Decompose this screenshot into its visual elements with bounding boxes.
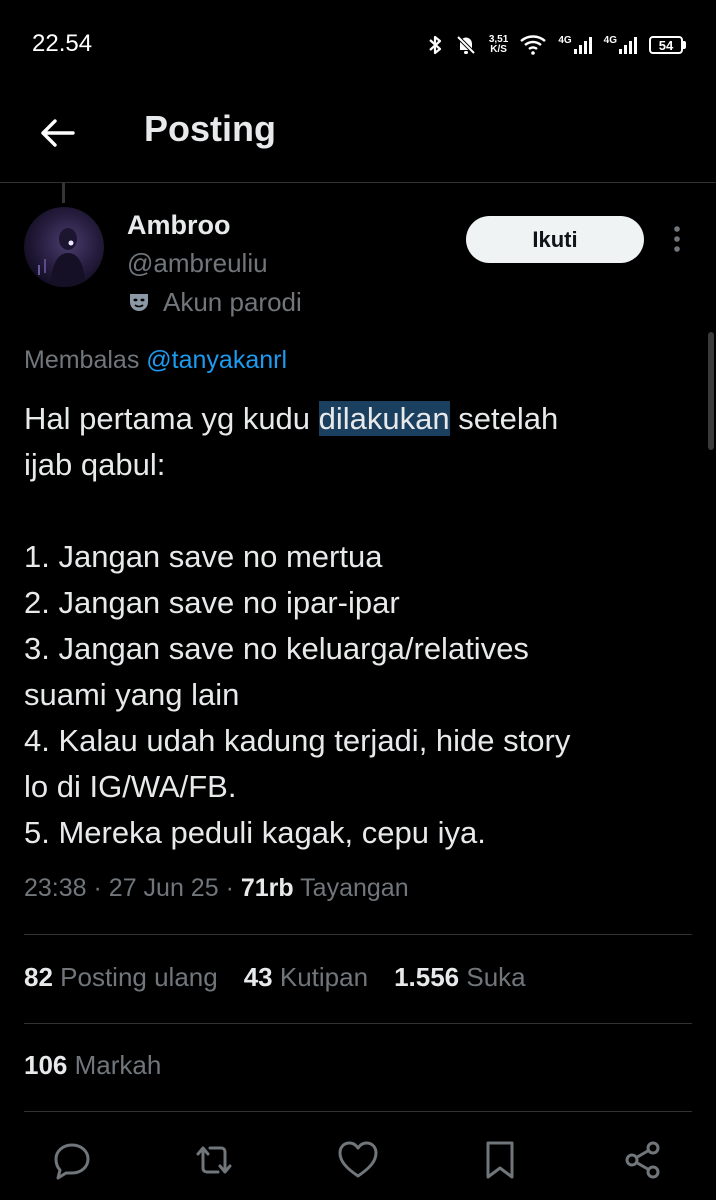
reply-mention-link[interactable]: @tanyakanrl: [146, 346, 287, 374]
back-arrow-icon: [41, 119, 75, 147]
battery-icon: 54: [649, 36, 686, 54]
selected-text: dilakukan: [318, 401, 450, 436]
status-icons: 3,51 K/S 4G 4G 54: [427, 30, 686, 60]
repost-icon: [196, 1146, 232, 1174]
more-options-button[interactable]: [664, 222, 690, 256]
tweet-line: 4. Kalau udah kadung terjadi, hide story: [24, 723, 571, 758]
bookmarks-count: 106: [24, 1050, 68, 1080]
tweet-line: ijab qabul:: [24, 447, 166, 482]
reply-context: Membalas @tanyakanrl: [24, 346, 287, 375]
tweet-text-segment: Hal pertama yg kudu: [24, 401, 319, 436]
tweet-time[interactable]: 23:38: [24, 874, 87, 902]
tweet-line: lo di IG/WA/FB.: [24, 769, 237, 804]
speed-unit: K/S: [490, 44, 507, 55]
reply-button[interactable]: [50, 1138, 94, 1182]
reposts-label: Posting ulang: [60, 962, 218, 992]
views-label[interactable]: Tayangan: [300, 874, 408, 902]
like-button[interactable]: [336, 1138, 380, 1182]
parody-account-label: Akun parodi: [127, 286, 302, 318]
follow-button[interactable]: Ikuti: [466, 216, 644, 263]
cell-signal-1: 4G: [558, 35, 592, 54]
top-app-bar: Posting: [0, 90, 716, 183]
quotes-count: 43: [243, 962, 273, 992]
battery-level: 54: [649, 36, 683, 54]
meta-separator: ·: [93, 874, 102, 902]
bookmark-button[interactable]: [478, 1138, 522, 1182]
net-type-1: 4G: [558, 35, 572, 46]
scrollbar-thumb[interactable]: [708, 332, 714, 450]
divider: [24, 934, 692, 935]
mute-bell-icon: [455, 34, 477, 56]
bluetooth-icon: [427, 34, 443, 56]
reposts-count: 82: [24, 962, 53, 992]
more-vertical-icon: [674, 226, 680, 252]
tweet-line: 1. Jangan save no mertua: [24, 539, 383, 574]
net-type-2: 4G: [603, 35, 617, 46]
tweet-line: 2. Jangan save no ipar-ipar: [24, 585, 400, 620]
tweet-line: suami yang lain: [24, 677, 240, 712]
signal-bars-icon: [619, 37, 637, 54]
status-bar: 22.54 3,51 K/S 4G 4G 54: [0, 0, 716, 90]
quotes-label: Kutipan: [279, 962, 369, 992]
reposts-stat[interactable]: 82 Posting ulang: [24, 962, 218, 993]
tweet-meta: 23:38 · 27 Jun 25 · 71rb Tayangan: [24, 874, 409, 903]
reply-prefix: Membalas: [24, 346, 140, 374]
share-button[interactable]: [621, 1138, 665, 1182]
display-name[interactable]: Ambroo: [127, 210, 231, 241]
page-title: Posting: [144, 108, 276, 149]
tweet-line: Hal pertama yg kudu dilakukan setelah: [24, 396, 696, 442]
user-handle[interactable]: @ambreuliu: [127, 248, 268, 279]
reply-icon: [54, 1143, 90, 1180]
tweet-date[interactable]: 27 Jun 25: [109, 874, 219, 902]
thread-connector: [62, 183, 65, 203]
heart-icon: [338, 1141, 378, 1178]
meta-separator: ·: [225, 874, 234, 902]
wifi-icon: [520, 35, 547, 55]
tweet-actions: [0, 1130, 716, 1190]
quotes-stat[interactable]: 43 Kutipan: [244, 962, 368, 993]
back-button[interactable]: [34, 110, 80, 156]
engagement-stats: 82 Posting ulang 43 Kutipan 1.556 Suka: [24, 962, 526, 993]
likes-label: Suka: [466, 962, 526, 992]
tweet-line: 5. Mereka peduli kagak, cepu iya.: [24, 815, 486, 850]
likes-stat[interactable]: 1.556 Suka: [394, 962, 526, 993]
tweet-text: Hal pertama yg kudu dilakukan setelah ij…: [24, 396, 696, 856]
repost-button[interactable]: [192, 1138, 236, 1182]
bookmarks-stat[interactable]: 106 Markah: [24, 1050, 161, 1081]
bookmarks-label: Markah: [74, 1050, 162, 1080]
tweet-text-segment: setelah: [449, 401, 559, 436]
cell-signal-2: 4G: [604, 36, 637, 54]
network-speed: 3,51 K/S: [489, 35, 508, 55]
status-time: 22.54: [32, 30, 93, 57]
likes-count: 1.556: [394, 962, 460, 992]
divider: [24, 1023, 692, 1024]
avatar[interactable]: [24, 207, 104, 287]
views-count[interactable]: 71rb: [241, 874, 294, 902]
theater-mask-icon: [130, 294, 148, 311]
divider: [24, 1111, 692, 1112]
parody-text: Akun parodi: [163, 286, 302, 317]
tweet-line: 3. Jangan save no keluarga/relatives: [24, 631, 529, 666]
signal-bars-icon: [573, 37, 592, 54]
share-icon: [625, 1141, 660, 1179]
bookmark-icon: [486, 1141, 514, 1179]
